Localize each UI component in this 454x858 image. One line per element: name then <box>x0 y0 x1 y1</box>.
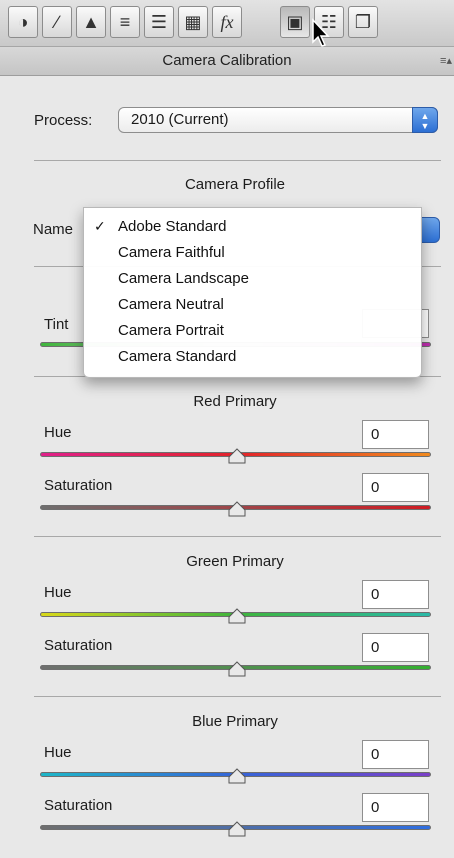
menu-item-camera-portrait[interactable]: Camera Portrait <box>84 318 421 343</box>
hsl-tab-icon[interactable]: ≡ <box>110 6 140 38</box>
mouse-pointer-icon <box>312 18 330 47</box>
snapshots-tab-icon[interactable]: ❐ <box>348 6 378 38</box>
green-hue-slider-thumb[interactable] <box>228 608 246 624</box>
green-saturation-field[interactable]: 0 <box>362 633 429 662</box>
detail-tab-icon[interactable]: ▲ <box>76 6 106 38</box>
lens-corrections-tab-icon[interactable]: ▦ <box>178 6 208 38</box>
red-hue-field[interactable]: 0 <box>362 420 429 449</box>
divider <box>34 160 441 161</box>
camera-calibration-tab-icon[interactable]: ▣ <box>280 6 310 38</box>
divider <box>34 696 441 697</box>
red-hue-slider-thumb[interactable] <box>228 448 246 464</box>
tint-label: Tint <box>44 316 69 333</box>
effects-tab-icon[interactable]: fx <box>212 6 242 38</box>
menu-item-camera-neutral[interactable]: Camera Neutral <box>84 292 421 317</box>
menu-item-adobe-standard[interactable]: ✓ Adobe Standard <box>84 214 421 239</box>
panel-title: Camera Calibration <box>162 52 292 69</box>
green-primary-heading: Green Primary <box>186 553 284 570</box>
green-hue-label: Hue <box>44 584 72 601</box>
profile-name-dropdown-menu: ✓ Adobe Standard Camera Faithful Camera … <box>83 207 422 378</box>
blue-primary-heading: Blue Primary <box>192 713 278 730</box>
camera-profile-heading: Camera Profile <box>184 176 286 193</box>
basic-tab-icon[interactable]: ◑ <box>8 6 38 38</box>
tone-curve-tab-icon[interactable]: ∕ <box>42 6 72 38</box>
process-label: Process: <box>34 112 93 129</box>
blue-hue-slider-thumb[interactable] <box>228 768 246 784</box>
green-hue-field[interactable]: 0 <box>362 580 429 609</box>
process-select[interactable]: 2010 (Current) ▲ ▼ <box>118 107 438 133</box>
blue-hue-field[interactable]: 0 <box>362 740 429 769</box>
red-saturation-field[interactable]: 0 <box>362 473 429 502</box>
panel-content: Process: 2010 (Current) ▲ ▼ Camera Profil… <box>0 76 454 858</box>
blue-saturation-field[interactable]: 0 <box>362 793 429 822</box>
split-toning-tab-icon[interactable]: ☰ <box>144 6 174 38</box>
menu-item-camera-faithful[interactable]: Camera Faithful <box>84 240 421 265</box>
blue-hue-label: Hue <box>44 744 72 761</box>
menu-item-camera-landscape[interactable]: Camera Landscape <box>84 266 421 291</box>
green-saturation-slider-thumb[interactable] <box>228 661 246 677</box>
blue-saturation-label: Saturation <box>44 797 113 814</box>
process-value: 2010 (Current) <box>131 111 229 128</box>
panel-menu-icon[interactable]: ≡▴ <box>440 54 452 67</box>
red-hue-label: Hue <box>44 424 72 441</box>
select-arrows-icon: ▲ ▼ <box>412 107 438 133</box>
profile-name-select[interactable] <box>420 217 440 243</box>
panel-tab-bar: ◑ ∕ ▲ ≡ ☰ ▦ fx ▣ ☷ ❐ <box>0 0 454 47</box>
profile-name-label: Name <box>33 221 74 238</box>
menu-item-camera-standard[interactable]: Camera Standard <box>84 344 421 369</box>
divider <box>34 536 441 537</box>
checkmark-icon: ✓ <box>94 218 106 234</box>
green-saturation-label: Saturation <box>44 637 113 654</box>
red-primary-heading: Red Primary <box>193 393 277 410</box>
blue-saturation-slider-thumb[interactable] <box>228 821 246 837</box>
red-saturation-label: Saturation <box>44 477 113 494</box>
panel-header: Camera Calibration ≡▴ <box>0 47 454 76</box>
red-saturation-slider-thumb[interactable] <box>228 501 246 517</box>
